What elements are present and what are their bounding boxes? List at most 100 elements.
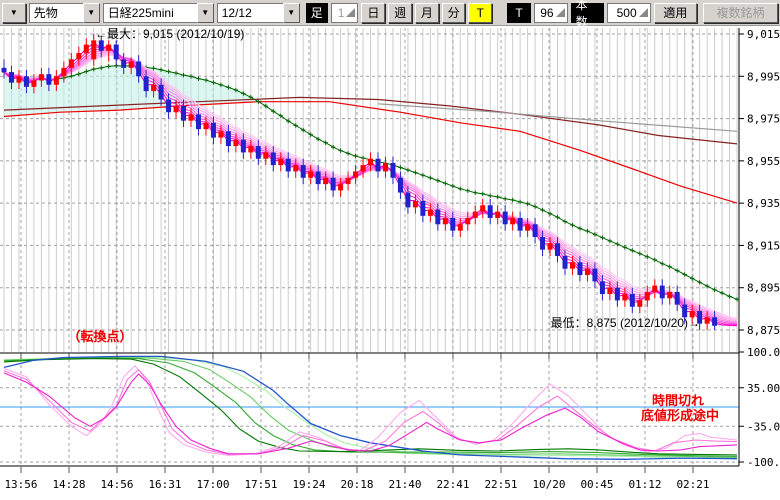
price-axis-label: 8,895	[747, 282, 780, 295]
chart-canvas[interactable]: 9,0158,9958,9758,9558,9358,9158,8958,875…	[0, 26, 780, 500]
period-month-button[interactable]: 月	[415, 3, 439, 23]
bars-count-stepper[interactable]: 500	[607, 3, 650, 23]
up-candle	[353, 171, 358, 177]
up-candle	[570, 262, 575, 268]
chevron-down-icon[interactable]: ▼	[83, 3, 100, 23]
up-candle	[106, 45, 111, 51]
symbol-value: 日経225mini	[103, 3, 197, 23]
down-candle	[286, 159, 291, 172]
up-candle	[667, 292, 672, 298]
down-candle	[226, 131, 231, 146]
down-candle	[136, 61, 141, 76]
time-axis-label: 14:56	[100, 478, 133, 491]
up-candle	[91, 40, 96, 59]
time-axis-label: 17:00	[196, 478, 229, 491]
down-candle	[555, 243, 560, 256]
down-candle	[211, 123, 216, 138]
up-candle	[278, 159, 283, 165]
down-candle	[144, 76, 149, 91]
up-candle	[129, 61, 134, 67]
up-candle	[368, 159, 373, 165]
up-candle	[69, 59, 74, 67]
time-axis-label: 10/20	[532, 478, 565, 491]
price-axis-label: 9,015	[747, 28, 780, 41]
down-candle	[398, 178, 403, 193]
down-candle	[420, 201, 425, 216]
up-candle	[585, 269, 590, 275]
up-candle	[39, 74, 44, 80]
down-candle	[712, 317, 717, 325]
period-minute-button[interactable]: 分	[442, 3, 466, 23]
indicator-panel	[0, 353, 739, 466]
up-candle	[338, 184, 343, 190]
tick-count-value: 96	[540, 6, 553, 20]
down-candle	[540, 237, 545, 250]
time-up-annotation: 時間切れ	[652, 393, 704, 408]
down-candle	[376, 159, 381, 172]
down-candle	[675, 292, 680, 305]
up-candle	[61, 68, 66, 76]
interval-stepper[interactable]: 1	[331, 3, 359, 23]
down-candle	[615, 288, 620, 301]
down-candle	[405, 193, 410, 208]
spinner-icon[interactable]	[639, 8, 648, 17]
down-candle	[518, 218, 523, 231]
chevron-down-icon: ▼	[10, 8, 18, 17]
down-candle	[271, 152, 276, 165]
up-candle	[263, 152, 268, 158]
up-candle	[189, 114, 194, 120]
up-candle	[652, 286, 657, 292]
up-candle	[548, 243, 553, 249]
down-candle	[630, 294, 635, 307]
up-candle	[233, 140, 238, 146]
multi-symbol-button[interactable]: 複数銘柄	[703, 3, 778, 23]
down-candle	[24, 76, 29, 87]
up-candle	[443, 218, 448, 224]
spinner-icon[interactable]	[556, 8, 565, 17]
price-axis-label: 8,875	[747, 324, 780, 337]
up-candle	[16, 76, 21, 82]
up-candle	[203, 123, 208, 129]
period-day-button[interactable]: 日	[361, 3, 385, 23]
contract-combobox[interactable]: 12/12 ▼	[217, 3, 300, 23]
up-candle	[361, 165, 366, 171]
apply-button[interactable]: 適用	[654, 3, 697, 23]
chevron-down-icon[interactable]: ▼	[197, 3, 214, 23]
down-candle	[331, 178, 336, 191]
right-axis: 9,0158,9958,9758,9558,9358,9158,8958,875…	[739, 28, 780, 469]
time-axis-label: 20:18	[340, 478, 373, 491]
up-candle	[248, 146, 253, 152]
up-candle	[413, 201, 418, 207]
down-candle	[166, 100, 171, 113]
time-axis-label: 19:24	[292, 478, 325, 491]
price-and-indicator-chart[interactable]: 9,0158,9958,9758,9558,9358,9158,8958,875…	[0, 26, 780, 500]
up-candle	[495, 212, 500, 218]
down-candle	[196, 114, 201, 129]
price-axis-label: 8,915	[747, 239, 780, 252]
symbol-combobox[interactable]: 日経225mini ▼	[103, 3, 214, 23]
nav-dropdown-button[interactable]: ▼	[2, 3, 26, 23]
chevron-down-icon[interactable]: ▼	[283, 3, 300, 23]
category-combobox[interactable]: 先物 ▼	[29, 3, 100, 23]
tick-mode-button[interactable]: T	[468, 3, 492, 23]
ashi-label: 足	[306, 3, 328, 23]
down-candle	[99, 40, 104, 51]
up-candle	[465, 218, 470, 224]
contract-value: 12/12	[217, 3, 283, 23]
interval-value: 1	[338, 6, 345, 20]
up-candle	[458, 224, 463, 230]
up-candle	[54, 76, 59, 84]
period-week-button[interactable]: 週	[388, 3, 412, 23]
up-candle	[323, 178, 328, 184]
down-candle	[301, 165, 306, 178]
spinner-icon[interactable]	[346, 8, 355, 17]
toolbar: ▼ 先物 ▼ 日経225mini ▼ 12/12 ▼ 足 1 日 週 月 分 T…	[0, 0, 780, 26]
up-candle	[622, 294, 627, 300]
tick-type-label: T	[507, 3, 531, 23]
up-candle	[607, 288, 612, 294]
down-candle	[488, 205, 493, 218]
up-candle	[151, 85, 156, 91]
tick-count-stepper[interactable]: 96	[534, 3, 568, 23]
down-candle	[316, 171, 321, 184]
price-axis-label: 8,955	[747, 155, 780, 168]
